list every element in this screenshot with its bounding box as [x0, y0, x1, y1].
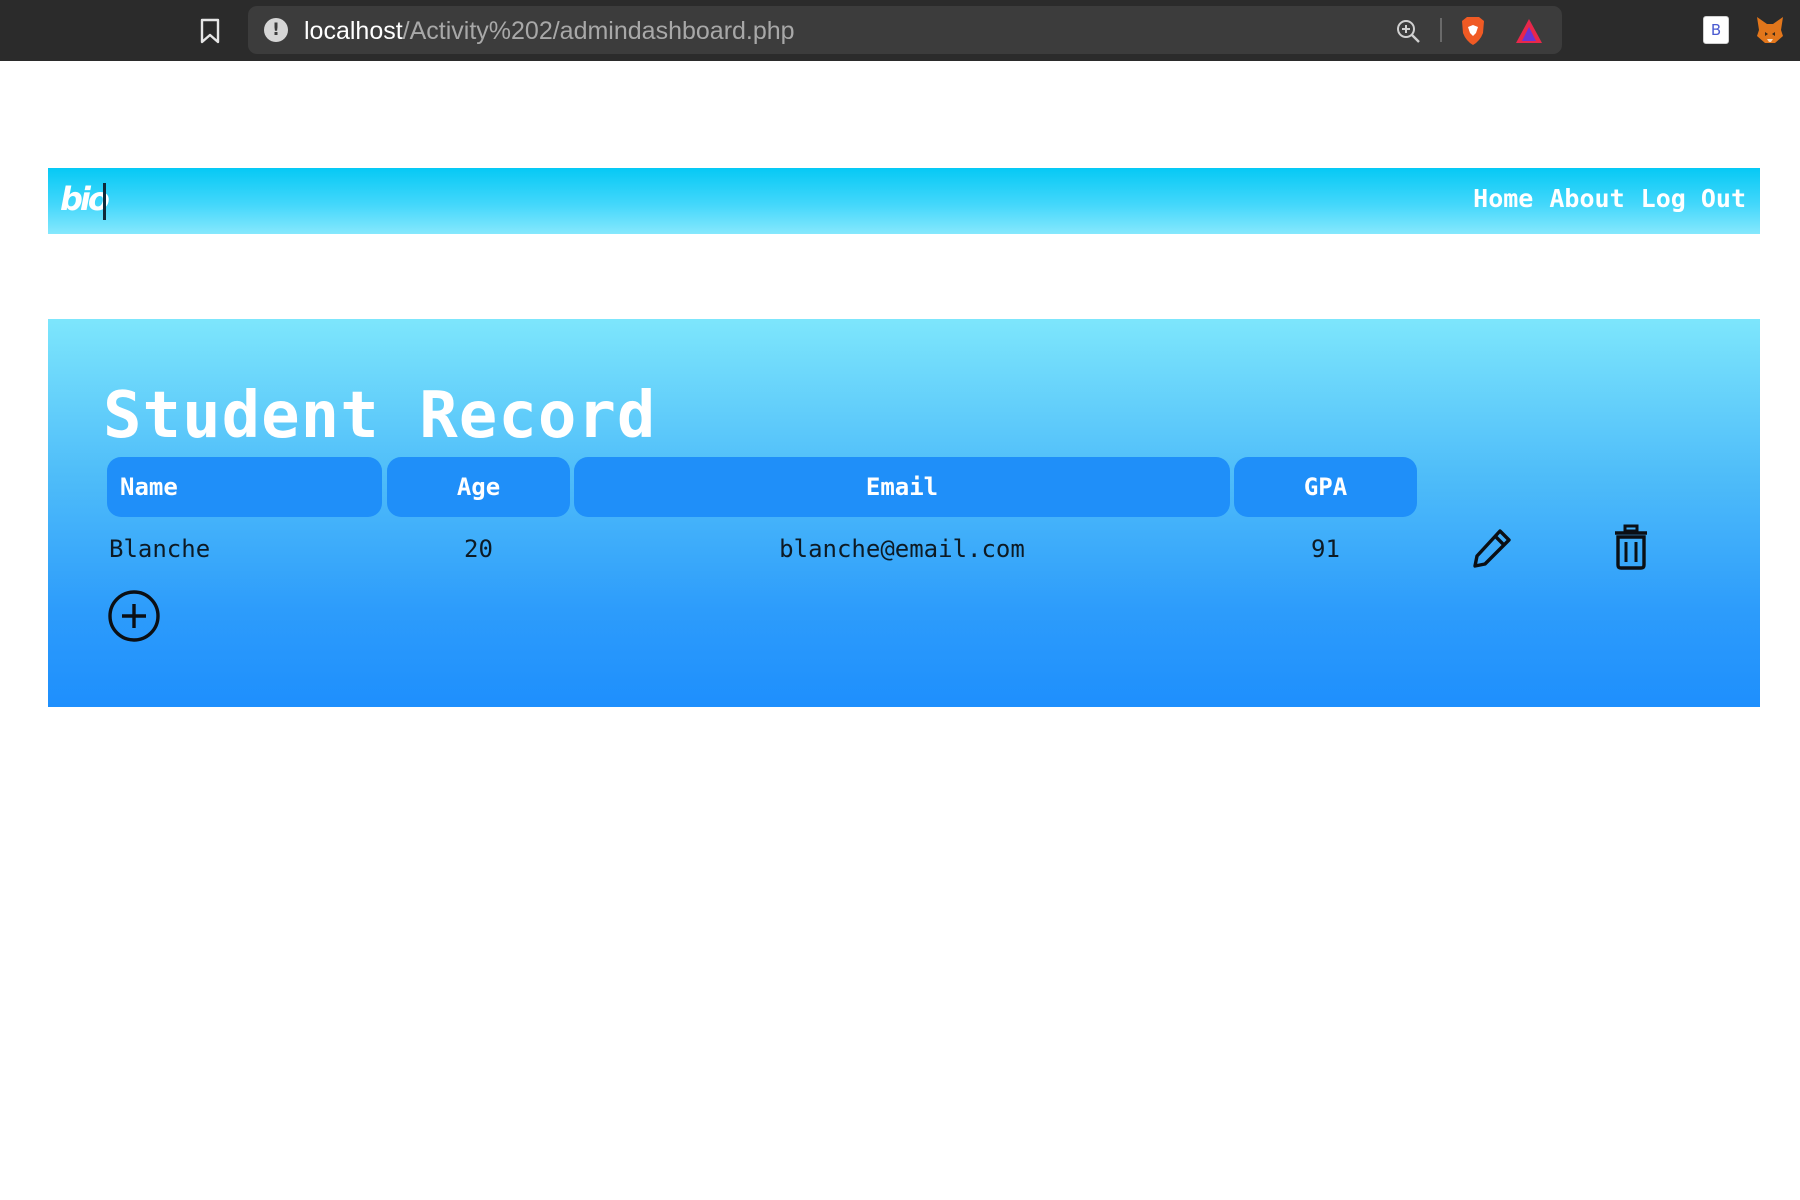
cell-gpa: 91 — [1311, 535, 1340, 563]
site-logo[interactable]: bio — [60, 180, 110, 218]
student-record-panel: Student Record Name Age Email GPA Blanch… — [48, 319, 1760, 707]
url-path: /Activity%202/admindashboard.php — [402, 17, 795, 45]
url-text[interactable]: localhost/Activity%202/admindashboard.ph… — [304, 17, 795, 46]
site-info-icon[interactable]: ! — [264, 18, 288, 42]
extension-b-icon[interactable]: B — [1703, 16, 1729, 44]
browser-toolbar: ! localhost/Activity%202/admindashboard.… — [0, 0, 1800, 61]
page-title: Student Record — [103, 379, 657, 453]
edit-icon[interactable] — [1470, 526, 1514, 570]
brave-shield-icon[interactable] — [1458, 15, 1488, 47]
column-header-email: Email — [574, 457, 1230, 517]
url-host: localhost — [304, 17, 403, 45]
address-bar[interactable]: ! localhost/Activity%202/admindashboard.… — [248, 6, 1562, 54]
site-navbar: bio Home About Log Out — [48, 168, 1760, 234]
text-cursor — [103, 183, 106, 220]
bookmark-icon[interactable] — [196, 15, 224, 47]
metamask-fox-icon[interactable] — [1754, 14, 1786, 46]
nav-links: Home About Log Out — [1473, 184, 1746, 213]
nav-home-link[interactable]: Home — [1473, 184, 1533, 213]
nav-logout-link[interactable]: Log Out — [1641, 184, 1746, 213]
brave-rewards-icon[interactable] — [1514, 17, 1544, 45]
cell-email: blanche@email.com — [779, 535, 1025, 563]
delete-icon[interactable] — [1613, 524, 1649, 570]
add-circle-icon[interactable] — [107, 589, 161, 643]
nav-about-link[interactable]: About — [1549, 184, 1624, 213]
column-header-name: Name — [107, 457, 382, 517]
column-header-age: Age — [387, 457, 570, 517]
cell-name: Blanche — [109, 535, 211, 563]
column-header-gpa: GPA — [1234, 457, 1417, 517]
url-separator — [1440, 18, 1442, 42]
zoom-icon[interactable] — [1395, 18, 1421, 44]
cell-age: 20 — [464, 535, 493, 563]
